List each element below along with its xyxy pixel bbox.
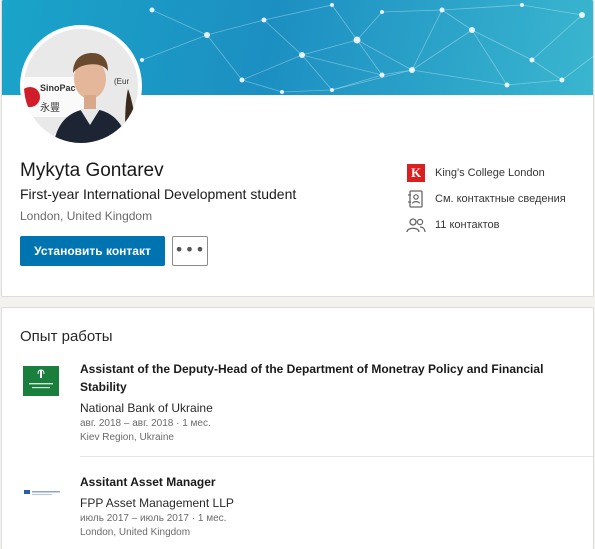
- avatar[interactable]: SinoPac Se (Eur 永豐: [20, 25, 142, 147]
- contact-info-label: См. контактные сведения: [435, 193, 566, 205]
- experience-card: Опыт работы Assistant of the Deputy-Head…: [1, 307, 594, 549]
- experience-location: Kiev Region, Ukraine: [80, 432, 174, 443]
- nbu-logo-icon: [23, 366, 59, 396]
- profile-card: SinoPac Se (Eur 永豐 Mykyta Gontarev First…: [1, 0, 594, 297]
- profile-headline: First-year International Development stu…: [20, 186, 297, 202]
- experience-location: London, United Kingdom: [80, 527, 191, 538]
- kcl-logo: K: [407, 164, 425, 182]
- experience-section-title: Опыт работы: [20, 328, 113, 345]
- people-icon: [406, 215, 426, 235]
- more-actions-button[interactable]: •••: [172, 236, 208, 266]
- profile-photo-icon: SinoPac Se (Eur 永豐: [24, 29, 138, 143]
- experience-title[interactable]: Assistant of the Deputy-Head of the Depa…: [80, 360, 560, 396]
- profile-name: Mykyta Gontarev: [20, 160, 164, 181]
- fpp-logo-icon: [23, 477, 63, 507]
- avatar-sign-text2: (Eur: [114, 77, 129, 86]
- profile-side-list: K King's College London См. контактные с…: [406, 160, 566, 238]
- connections-link[interactable]: 11 контактов: [406, 212, 566, 238]
- connect-button[interactable]: Установить контакт: [20, 236, 165, 266]
- contact-card-icon: [406, 189, 426, 209]
- school-label: King's College London: [435, 167, 545, 179]
- avatar-sign-cn: 永豐: [40, 101, 60, 114]
- school-logo-icon: K: [406, 163, 426, 183]
- experience-company: National Bank of Ukraine: [80, 401, 213, 415]
- experience-title[interactable]: Assitant Asset Manager: [80, 473, 560, 491]
- profile-location: London, United Kingdom: [20, 209, 153, 223]
- experience-dates: авг. 2018 – авг. 2018 · 1 мес.: [80, 418, 211, 429]
- connections-label: 11 контактов: [435, 219, 500, 231]
- experience-company: FPP Asset Management LLP: [80, 496, 234, 510]
- school-link[interactable]: K King's College London: [406, 160, 566, 186]
- experience-dates: июль 2017 – июль 2017 · 1 мес.: [80, 513, 227, 524]
- contact-info-link[interactable]: См. контактные сведения: [406, 186, 566, 212]
- divider: [80, 456, 593, 457]
